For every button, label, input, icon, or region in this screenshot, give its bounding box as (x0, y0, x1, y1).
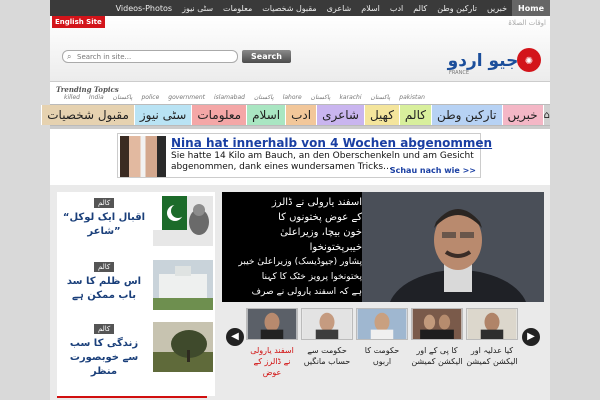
carousel-caption[interactable]: اسفند یارولی نے ڈالرز کے عوض (246, 345, 298, 378)
featured-line: ہے کہ اسفند یارولی نے صرف (251, 287, 362, 297)
carousel-thumbnail[interactable] (411, 308, 463, 340)
top-nav-column[interactable]: کالم (408, 0, 432, 16)
featured-line: کے عوض پختونوں کا (278, 212, 362, 223)
featured-photo[interactable] (362, 192, 544, 302)
sidebar-item-title[interactable]: “اقبال ایک لوکل شاعر” (61, 211, 147, 239)
top-nav-videos-photos[interactable]: Videos-Photos (111, 0, 177, 16)
tab-column[interactable]: کالم (398, 105, 431, 125)
carousel-item[interactable]: اسفند یارولی نے ڈالرز کے عوض (246, 308, 298, 390)
carousel-item[interactable]: حکومت سے حساب مانگیں (301, 308, 353, 390)
ad-image[interactable] (120, 136, 166, 177)
carousel-thumbnail[interactable] (301, 308, 353, 340)
tab-city-news[interactable]: سٹی نیوز (133, 105, 192, 125)
carousel-prev-icon[interactable]: ◀ (226, 328, 244, 346)
top-nav-news[interactable]: خبریں (482, 0, 512, 16)
sidebar-category-badge: کالم (94, 262, 115, 272)
search-icon: ⌕ (67, 52, 72, 61)
trending-title: Trending Topics (56, 85, 119, 94)
carousel-item[interactable]: حکومت کا اربوں (356, 308, 408, 390)
sidebar-category-badge: کالم (94, 324, 115, 334)
trending-topics: Trending Topics killed India پاکستان pol… (50, 85, 550, 102)
trending-tag[interactable]: karachi (339, 94, 361, 101)
tab-literature[interactable]: ادب (285, 105, 317, 125)
top-nav-poetry[interactable]: شاعری (322, 0, 357, 16)
featured-line: پختونخوا پرویز خٹک کا کہنا (261, 272, 362, 282)
trending-tag[interactable]: پاکستان (113, 94, 133, 101)
sidebar-thumbnail[interactable] (153, 322, 213, 372)
trending-tag[interactable]: پاکستان (371, 94, 391, 101)
top-nav-overseas[interactable]: تارکین وطن (432, 0, 482, 16)
trending-tag[interactable]: killed (64, 94, 80, 101)
sidebar-item[interactable]: کالم “اقبال ایک لوکل شاعر” (57, 194, 215, 249)
carousel-next-icon[interactable]: ▶ (522, 328, 540, 346)
news-carousel: ◀ ▶ اسفند یارولی نے ڈالرز کے عوض حکومت س… (222, 305, 544, 395)
nav-divider (50, 126, 550, 129)
trending-tag[interactable]: پاکستان (311, 94, 331, 101)
tab-islam[interactable]: اسلام (246, 105, 286, 125)
featured-line: پشاور (جیوڈیسک) وزیراعلیٰ خیبر (238, 257, 362, 267)
featured-line: اسفند یارولی نے ڈالرز (271, 197, 362, 208)
column-sidebar: کالم “اقبال ایک لوکل شاعر” کالم اس ظلم ک… (57, 192, 215, 396)
trending-tag[interactable]: پاکستان (254, 94, 274, 101)
featured-text[interactable]: اسفند یارولی نے ڈالرز کے عوض پختونوں کا … (224, 195, 362, 300)
carousel-caption[interactable]: حکومت سے حساب مانگیں (301, 345, 353, 367)
logo-mark: ✺ (525, 56, 533, 67)
search-input[interactable] (77, 51, 235, 62)
top-nav-home[interactable]: Home (512, 0, 550, 16)
trending-tags: killed India پاکستان police government i… (64, 94, 425, 101)
trending-tag[interactable]: India (89, 94, 104, 101)
tab-overseas[interactable]: تارکین وطن (430, 105, 502, 125)
carousel-caption[interactable]: کیا عدلیہ اور الیکشن کمیشن (466, 345, 518, 367)
prayer-times-link[interactable]: اوقات الصلاۃ (508, 19, 546, 27)
carousel-item[interactable]: کا پی کے اور الیکشن کمیشن (411, 308, 463, 390)
main-nav: ⌂ خبریں تارکین وطن کالم کھیل شاعری ادب ا… (41, 104, 550, 126)
trending-tag[interactable]: lahore (283, 94, 302, 101)
top-nav-popular-people[interactable]: مقبول شخصیات (257, 0, 321, 16)
carousel-caption[interactable]: کا پی کے اور الیکشن کمیشن (411, 345, 463, 367)
sidebar-thumbnail[interactable] (153, 196, 213, 246)
sidebar-item[interactable]: کالم زندگی کا سب سے خوبصورت منظر (57, 320, 215, 377)
logo-text: جیو اردو (447, 51, 519, 71)
site-logo[interactable]: ✺ جیو اردو FRANCE (445, 38, 547, 78)
home-icon[interactable]: ⌂ (542, 105, 550, 125)
sidebar-item-title[interactable]: زندگی کا سب سے خوبصورت منظر (61, 337, 147, 379)
carousel-item[interactable]: کیا عدلیہ اور الیکشن کمیشن (466, 308, 518, 390)
search-button[interactable]: Search (242, 50, 291, 63)
carousel-caption[interactable]: حکومت کا اربوں (356, 345, 408, 367)
tab-information[interactable]: معلومات (191, 105, 247, 125)
tab-popular-people[interactable]: مقبول شخصیات (41, 105, 134, 125)
trending-tag[interactable]: police (141, 94, 159, 101)
featured-story[interactable]: اسفند یارولی نے ڈالرز کے عوض پختونوں کا … (222, 192, 544, 302)
carousel-thumbnail[interactable] (356, 308, 408, 340)
top-nav-literature[interactable]: ادب (385, 0, 408, 16)
ad-cta-link[interactable]: Schau nach wie >> (390, 166, 476, 175)
carousel-thumbnail[interactable] (466, 308, 518, 340)
top-nav-islam[interactable]: اسلام (356, 0, 385, 16)
top-nav-city-news[interactable]: سٹی نیوز (177, 0, 218, 16)
carousel-thumbnail[interactable] (246, 308, 298, 340)
sidebar-category-badge: کالم (94, 198, 115, 208)
english-site-button[interactable]: English Site (52, 16, 105, 28)
sidebar-item[interactable]: کالم اس ظلم کا سد باب ممکن ہے (57, 258, 215, 313)
top-nav-bar: Videos-Photos سٹی نیوز معلومات مقبول شخص… (50, 0, 550, 16)
search-box: ⌕ (62, 50, 238, 63)
ad-headline[interactable]: Nina hat innerhalb von 4 Wochen abgenomm… (171, 136, 492, 150)
tab-poetry[interactable]: شاعری (316, 105, 364, 125)
trending-tag[interactable]: government (168, 94, 205, 101)
top-nav-information[interactable]: معلومات (218, 0, 257, 16)
featured-line: خیبرپختونخوا (309, 242, 362, 253)
logo-sub: FRANCE (449, 70, 469, 76)
advertisement[interactable]: Nina hat innerhalb von 4 Wochen abgenomm… (117, 133, 492, 178)
tab-news[interactable]: خبریں (501, 105, 543, 125)
featured-line: خون بیچا، وزیراعلیٰ (280, 227, 362, 238)
tab-sports[interactable]: کھیل (363, 105, 399, 125)
trending-tag[interactable]: islamabad (214, 94, 245, 101)
sidebar-thumbnail[interactable] (153, 260, 213, 310)
trending-tag[interactable]: pakistan (399, 94, 425, 101)
sidebar-item-title[interactable]: اس ظلم کا سد باب ممکن ہے (61, 275, 147, 303)
section-divider (57, 396, 207, 400)
